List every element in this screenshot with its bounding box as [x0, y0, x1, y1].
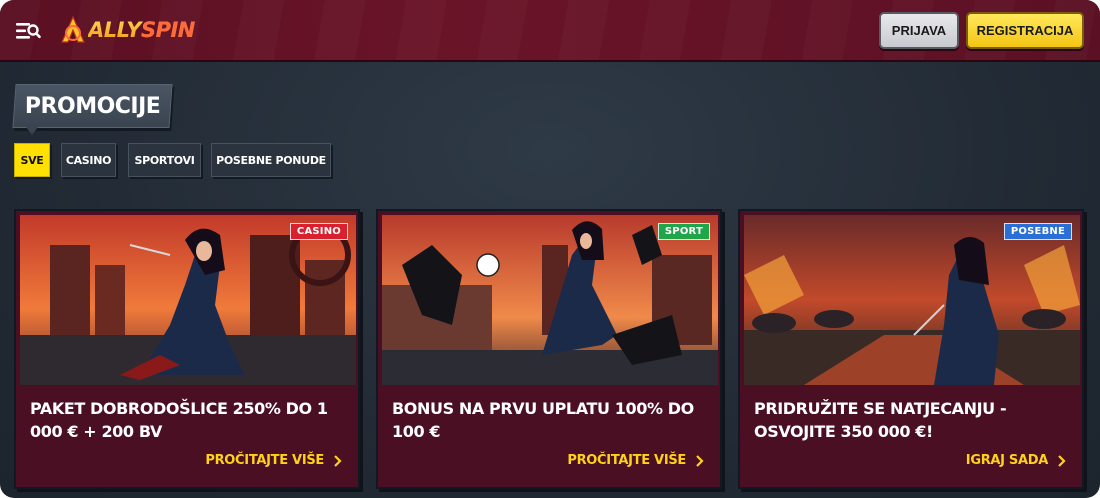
- logo-text-ally: ALLY: [88, 18, 141, 42]
- filter-all[interactable]: SVE: [14, 143, 50, 177]
- filter-casino[interactable]: CASINO: [61, 143, 116, 177]
- card-tag-special: POSEBNE: [1003, 223, 1072, 240]
- register-button[interactable]: REGISTRACIJA: [966, 12, 1084, 49]
- read-more-label: PROČITAJTE VIŠE: [205, 453, 324, 468]
- promo-image-special: POSEBNE: [744, 215, 1080, 385]
- read-more-link[interactable]: PROČITAJTE VIŠE: [205, 453, 342, 468]
- page-title-text: PROMOCIJE: [24, 94, 161, 119]
- login-button[interactable]: PRIJAVA: [879, 12, 959, 49]
- title-badge-tail: [26, 127, 38, 135]
- chevron-right-icon: [1058, 454, 1066, 467]
- card-title: PRIDRUŽITE SE NATJECANJU - OSVOJITE 350 …: [754, 399, 1007, 441]
- card-tag-casino: CASINO: [289, 223, 348, 240]
- card-title: BONUS NA PRVU UPLATU 100% DO 100 €: [392, 399, 694, 441]
- promo-card-special[interactable]: POSEBNE PRIDRUŽITE SE NATJECANJU - OSVOJ…: [738, 209, 1084, 489]
- filter-sports[interactable]: SPORTOVI: [128, 143, 201, 177]
- filter-special-offers[interactable]: POSEBNE PONUDE: [211, 143, 331, 177]
- logo-mark-icon: [61, 15, 85, 43]
- allyspin-logo[interactable]: ALLYSPIN: [60, 14, 195, 46]
- promo-image-sport: SPORT: [382, 215, 718, 385]
- play-now-link[interactable]: IGRAJ SADA: [966, 453, 1066, 468]
- promo-card-casino[interactable]: CASINO PAKET DOBRODOŠLICE 250% DO 1 000 …: [14, 209, 360, 489]
- top-header: ALLYSPIN PRIJAVA REGISTRACIJA: [0, 0, 1100, 62]
- chevron-right-icon: [696, 454, 704, 467]
- card-tag-sport: SPORT: [657, 223, 710, 240]
- app-frame: ALLYSPIN PRIJAVA REGISTRACIJA PROMOCIJE …: [0, 0, 1100, 498]
- promo-card-sport[interactable]: SPORT BONUS NA PRVU UPLATU 100% DO 100 €…: [376, 209, 722, 489]
- play-now-label: IGRAJ SADA: [965, 453, 1049, 468]
- page-title: PROMOCIJE: [12, 84, 173, 128]
- logo-text-spin: SPIN: [140, 18, 195, 42]
- chevron-right-icon: [334, 454, 342, 467]
- promo-image-casino: CASINO: [20, 215, 356, 385]
- read-more-link[interactable]: PROČITAJTE VIŠE: [567, 453, 704, 468]
- logo-text: ALLYSPIN: [88, 18, 195, 42]
- card-title: PAKET DOBRODOŠLICE 250% DO 1 000 € + 200…: [30, 399, 328, 441]
- read-more-label: PROČITAJTE VIŠE: [567, 453, 686, 468]
- menu-search-icon[interactable]: [14, 20, 42, 42]
